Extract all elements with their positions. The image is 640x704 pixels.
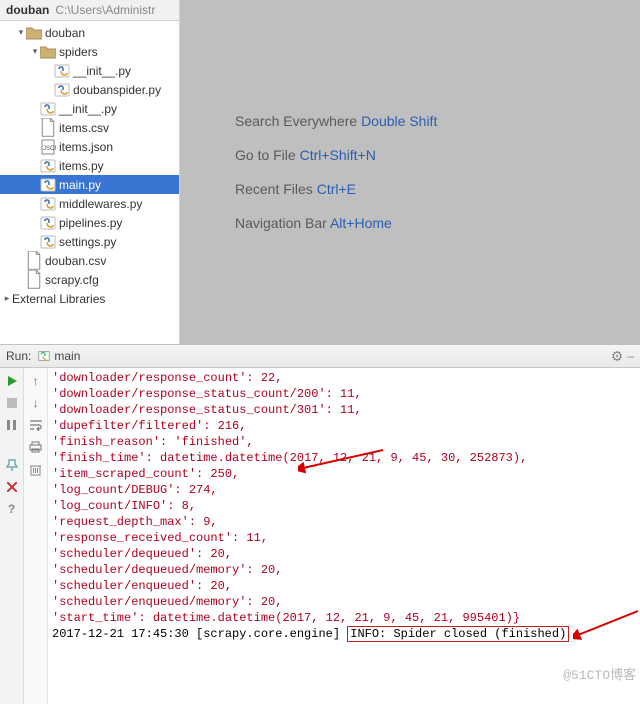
file-icon	[40, 120, 56, 136]
py-icon	[40, 196, 56, 212]
tree-item-label: __init__.py	[59, 102, 117, 116]
console-line: 'start_time': datetime.datetime(2017, 12…	[52, 610, 636, 626]
tree-item-label: douban	[45, 26, 85, 40]
tree-item[interactable]: douban.csv	[0, 251, 179, 270]
tree-item-label: pipelines.py	[59, 216, 122, 230]
tree-item-label: __init__.py	[73, 64, 131, 78]
file-icon	[26, 272, 42, 288]
editor-hint: Go to File Ctrl+Shift+N	[235, 147, 640, 163]
console-output[interactable]: 'downloader/response_count': 22, 'downlo…	[48, 368, 640, 704]
tree-item[interactable]: items.py	[0, 156, 179, 175]
wrap-button[interactable]	[27, 416, 45, 434]
py-icon	[40, 158, 56, 174]
tree-item-label: spiders	[59, 45, 98, 59]
project-tree[interactable]: ▾douban▾spiders __init__.py doubanspider.p…	[0, 21, 179, 289]
folder-icon	[40, 44, 56, 60]
run-title: Run:	[6, 349, 31, 363]
tree-item[interactable]: doubanspider.py	[0, 80, 179, 99]
py-icon	[40, 215, 56, 231]
tree-item[interactable]: items.csv	[0, 118, 179, 137]
tree-item[interactable]: scrapy.cfg	[0, 270, 179, 289]
editor-empty-state: Search Everywhere Double Shift Go to File…	[180, 0, 640, 344]
help-button[interactable]: ?	[3, 500, 21, 518]
console-line: 'scheduler/enqueued/memory': 20,	[52, 594, 636, 610]
console-line: 'response_received_count': 11,	[52, 530, 636, 546]
run-toolwindow-header[interactable]: Run: main ⚙ ‒	[0, 345, 640, 368]
console-log-line: 2017-12-21 17:45:30 [scrapy.core.engine]…	[52, 626, 636, 642]
pause-button[interactable]	[3, 416, 21, 434]
console-line: 'request_depth_max': 9,	[52, 514, 636, 530]
tree-item-label: items.csv	[59, 121, 109, 135]
console-line: 'scheduler/dequeued/memory': 20,	[52, 562, 636, 578]
py-icon	[54, 82, 70, 98]
print-button[interactable]	[27, 438, 45, 456]
tree-item[interactable]: pipelines.py	[0, 213, 179, 232]
py-icon	[40, 234, 56, 250]
console-line: 'downloader/response_status_count/200': …	[52, 386, 636, 402]
tree-item[interactable]: __init__.py	[0, 61, 179, 80]
pin-button[interactable]	[3, 456, 21, 474]
tree-item[interactable]: middlewares.py	[0, 194, 179, 213]
stop-button[interactable]	[3, 394, 21, 412]
json-icon: JSON	[40, 139, 56, 155]
console-line: 'dupefilter/filtered': 216,	[52, 418, 636, 434]
external-libraries-label: External Libraries	[12, 292, 105, 306]
minimize-icon[interactable]: ‒	[627, 349, 634, 363]
up-button[interactable]: ↑	[27, 372, 45, 390]
down-button[interactable]: ↓	[27, 394, 45, 412]
console-line: 'finish_reason': 'finished',	[52, 434, 636, 450]
console-line: 'scheduler/enqueued': 20,	[52, 578, 636, 594]
file-icon	[26, 253, 42, 269]
py-icon	[40, 101, 56, 117]
console-line: 'log_count/DEBUG': 274,	[52, 482, 636, 498]
svg-text:JSON: JSON	[43, 146, 56, 152]
tree-item-label: scrapy.cfg	[45, 273, 99, 287]
gear-icon[interactable]: ⚙	[611, 348, 624, 365]
tree-item-label: settings.py	[59, 235, 116, 249]
project-sidebar: douban C:\Users\Administr ▾douban▾spider…	[0, 0, 180, 344]
py-icon	[40, 177, 56, 193]
watermark: @51CTO博客	[563, 668, 636, 684]
tree-item-label: doubanspider.py	[73, 83, 161, 97]
console-line: 'item_scraped_count': 250,	[52, 466, 636, 482]
console-line: 'finish_time': datetime.datetime(2017, 1…	[52, 450, 636, 466]
rerun-button[interactable]	[3, 372, 21, 390]
trash-button[interactable]	[27, 460, 45, 478]
py-icon	[54, 63, 70, 79]
run-gutter-secondary: ↑ ↓	[24, 368, 48, 704]
folder-icon	[26, 25, 42, 41]
tree-item-label: main.py	[59, 178, 101, 192]
tree-item-label: items.json	[59, 140, 113, 154]
tree-item[interactable]: __init__.py	[0, 99, 179, 118]
run-gutter-primary: ?	[0, 368, 24, 704]
tree-item[interactable]: JSONitems.json	[0, 137, 179, 156]
breadcrumb-path: C:\Users\Administr	[55, 3, 155, 17]
console-line: 'downloader/response_status_count/301': …	[52, 402, 636, 418]
breadcrumb-project: douban	[6, 3, 49, 17]
editor-hint: Navigation Bar Alt+Home	[235, 215, 640, 231]
run-config-name: main	[54, 349, 80, 363]
breadcrumb: douban C:\Users\Administr	[0, 0, 179, 21]
tree-item[interactable]: ▾douban	[0, 23, 179, 42]
editor-hint: Search Everywhere Double Shift	[235, 113, 640, 129]
tree-item[interactable]: settings.py	[0, 232, 179, 251]
tree-item[interactable]: main.py	[0, 175, 179, 194]
tree-item-label: douban.csv	[45, 254, 106, 268]
external-libraries[interactable]: ▸ External Libraries	[0, 289, 179, 308]
console-line: 'downloader/response_count': 22,	[52, 370, 636, 386]
tree-item-label: middlewares.py	[59, 197, 142, 211]
console-line: 'log_count/INFO': 8,	[52, 498, 636, 514]
tree-item[interactable]: ▾spiders	[0, 42, 179, 61]
tree-item-label: items.py	[59, 159, 104, 173]
console-line: 'scheduler/dequeued': 20,	[52, 546, 636, 562]
editor-hint: Recent Files Ctrl+E	[235, 181, 640, 197]
close-button[interactable]	[3, 478, 21, 496]
